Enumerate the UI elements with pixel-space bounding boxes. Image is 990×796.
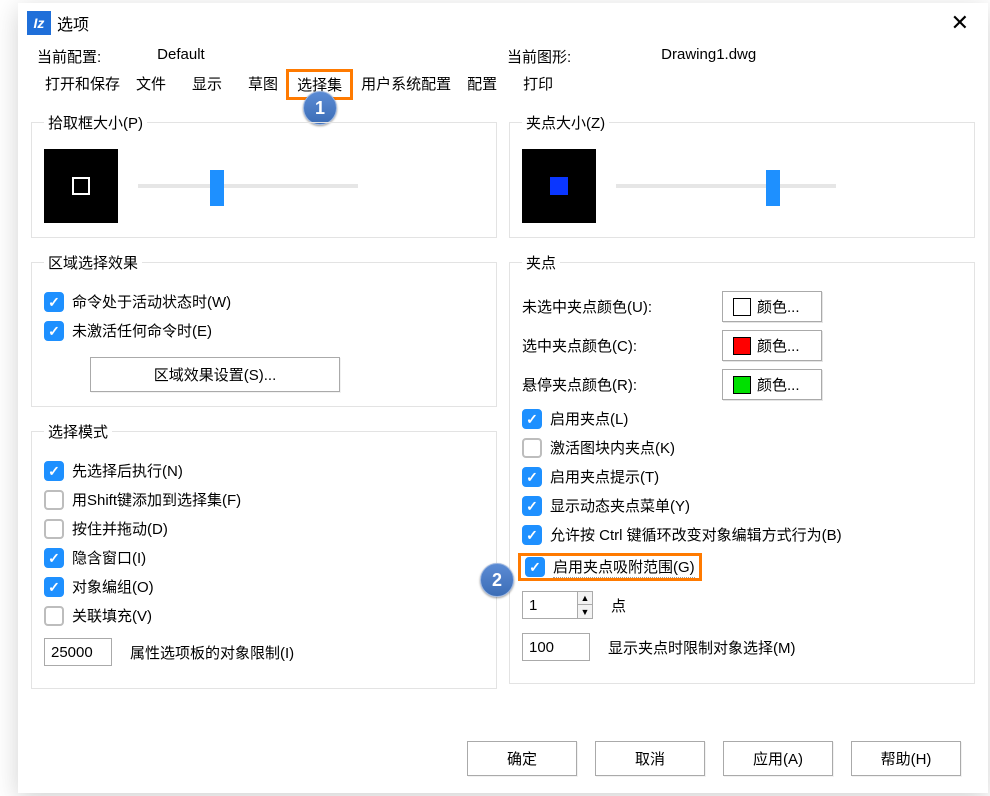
current-drawing-label: 当前图形: <box>507 46 571 67</box>
tab-user-system[interactable]: 用户系统配置 <box>353 69 459 100</box>
footer-buttons: 确定 取消 应用(A) 帮助(H) <box>467 741 961 776</box>
snap-spinner[interactable]: ▲ ▼ <box>522 591 593 619</box>
pickbox-slider[interactable] <box>138 184 358 188</box>
help-button[interactable]: 帮助(H) <box>851 741 961 776</box>
current-drawing-value: Drawing1.dwg <box>661 46 756 67</box>
color-swatch-blue <box>733 298 751 316</box>
check-assoc-hatch[interactable] <box>44 606 64 626</box>
tabs: 打开和保存 文件 显示 草图 选择集 用户系统配置 配置 打印 1 <box>19 69 987 100</box>
options-dialog: Iz 选项 ✕ 当前配置: Default 当前图形: Drawing1.dwg… <box>18 3 988 793</box>
check-cmd-inactive[interactable] <box>44 321 64 341</box>
grip-limit-input[interactable] <box>522 633 590 661</box>
spin-down-icon[interactable]: ▼ <box>578 605 592 618</box>
check-grip-snap[interactable] <box>525 557 545 577</box>
label-press-drag: 按住并拖动(D) <box>72 518 168 539</box>
color-swatch-red <box>733 337 751 355</box>
label-dyn-menu: 显示动态夹点菜单(Y) <box>550 495 690 516</box>
grip-limit-label: 显示夹点时限制对象选择(M) <box>608 637 796 658</box>
grips-legend: 夹点 <box>522 252 560 273</box>
limit-input[interactable] <box>44 638 112 666</box>
tab-sketch[interactable]: 草图 <box>240 69 286 100</box>
grip-snap-highlight: 启用夹点吸附范围(G) <box>518 553 702 581</box>
gripsize-slider[interactable] <box>616 184 836 188</box>
label-cmd-inactive: 未激活任何命令时(E) <box>72 320 212 341</box>
pickbox-group: 拾取框大小(P) <box>31 112 497 238</box>
label-cmd-active: 命令处于活动状态时(W) <box>72 291 231 312</box>
gripsize-preview <box>522 149 596 223</box>
region-settings-button[interactable]: 区域效果设置(S)... <box>90 357 340 392</box>
tab-print[interactable]: 打印 <box>515 69 561 100</box>
tab-open-save[interactable]: 打开和保存 <box>37 69 128 100</box>
unsel-color-button[interactable]: 颜色... <box>722 291 822 322</box>
check-dyn-menu[interactable] <box>522 496 542 516</box>
label-noun-verb: 先选择后执行(N) <box>72 460 183 481</box>
sel-color-label: 选中夹点颜色(C): <box>522 335 722 356</box>
label-assoc-hatch: 关联填充(V) <box>72 605 152 626</box>
gripsize-legend: 夹点大小(Z) <box>522 112 609 133</box>
pickbox-legend: 拾取框大小(P) <box>44 112 147 133</box>
sel-color-button[interactable]: 颜色... <box>722 330 822 361</box>
close-icon[interactable]: ✕ <box>941 10 979 36</box>
check-press-drag[interactable] <box>44 519 64 539</box>
gripsize-group: 夹点大小(Z) <box>509 112 975 238</box>
current-profile-label: 当前配置: <box>37 46 101 67</box>
check-noun-verb[interactable] <box>44 461 64 481</box>
callout-2: 2 <box>480 563 514 597</box>
window-title: 选项 <box>57 11 89 35</box>
label-shift-add: 用Shift键添加到选择集(F) <box>72 489 241 510</box>
tab-config[interactable]: 配置 <box>459 69 505 100</box>
limit-label: 属性选项板的对象限制(I) <box>130 642 294 663</box>
check-enable-grips[interactable] <box>522 409 542 429</box>
current-profile-value: Default <box>157 46 205 67</box>
hover-color-button[interactable]: 颜色... <box>722 369 822 400</box>
label-implied-window: 隐含窗口(I) <box>72 547 146 568</box>
label-block-grips: 激活图块内夹点(K) <box>550 437 675 458</box>
label-grip-snap: 启用夹点吸附范围(G) <box>553 556 695 578</box>
tab-display[interactable]: 显示 <box>184 69 230 100</box>
profile-row: 当前配置: Default 当前图形: Drawing1.dwg <box>19 42 987 69</box>
check-ctrl-cycle[interactable] <box>522 525 542 545</box>
titlebar: Iz 选项 ✕ <box>19 4 987 42</box>
check-object-group[interactable] <box>44 577 64 597</box>
label-grip-tips: 启用夹点提示(T) <box>550 466 659 487</box>
pickbox-preview <box>44 149 118 223</box>
tab-file[interactable]: 文件 <box>128 69 174 100</box>
check-cmd-active[interactable] <box>44 292 64 312</box>
region-group: 区域选择效果 命令处于活动状态时(W) 未激活任何命令时(E) 区域效果设置(S… <box>31 252 497 407</box>
grips-group: 夹点 未选中夹点颜色(U): 颜色... 选中夹点颜色(C): 颜色... <box>509 252 975 684</box>
label-ctrl-cycle: 允许按 Ctrl 键循环改变对象编辑方式行为(B) <box>550 524 842 545</box>
unsel-color-label: 未选中夹点颜色(U): <box>522 296 722 317</box>
left-column: 拾取框大小(P) 区域选择效果 命令处于活动状态时(W) 未激活任何命令时(E) <box>25 112 503 703</box>
mode-legend: 选择模式 <box>44 421 112 442</box>
color-swatch-green <box>733 376 751 394</box>
apply-button[interactable]: 应用(A) <box>723 741 833 776</box>
region-legend: 区域选择效果 <box>44 252 142 273</box>
right-column: 夹点大小(Z) 夹点 未选中夹点颜色(U): 颜色... <box>503 112 981 703</box>
snap-unit: 点 <box>611 595 626 616</box>
spin-up-icon[interactable]: ▲ <box>578 592 592 605</box>
hover-color-label: 悬停夹点颜色(R): <box>522 374 722 395</box>
label-enable-grips: 启用夹点(L) <box>550 408 628 429</box>
check-block-grips[interactable] <box>522 438 542 458</box>
label-object-group: 对象编组(O) <box>72 576 154 597</box>
check-implied-window[interactable] <box>44 548 64 568</box>
check-shift-add[interactable] <box>44 490 64 510</box>
ok-button[interactable]: 确定 <box>467 741 577 776</box>
app-icon: Iz <box>27 11 51 35</box>
cancel-button[interactable]: 取消 <box>595 741 705 776</box>
check-grip-tips[interactable] <box>522 467 542 487</box>
mode-group: 选择模式 先选择后执行(N) 用Shift键添加到选择集(F) 按住并拖动(D)… <box>31 421 497 689</box>
snap-value-input[interactable] <box>522 591 578 619</box>
